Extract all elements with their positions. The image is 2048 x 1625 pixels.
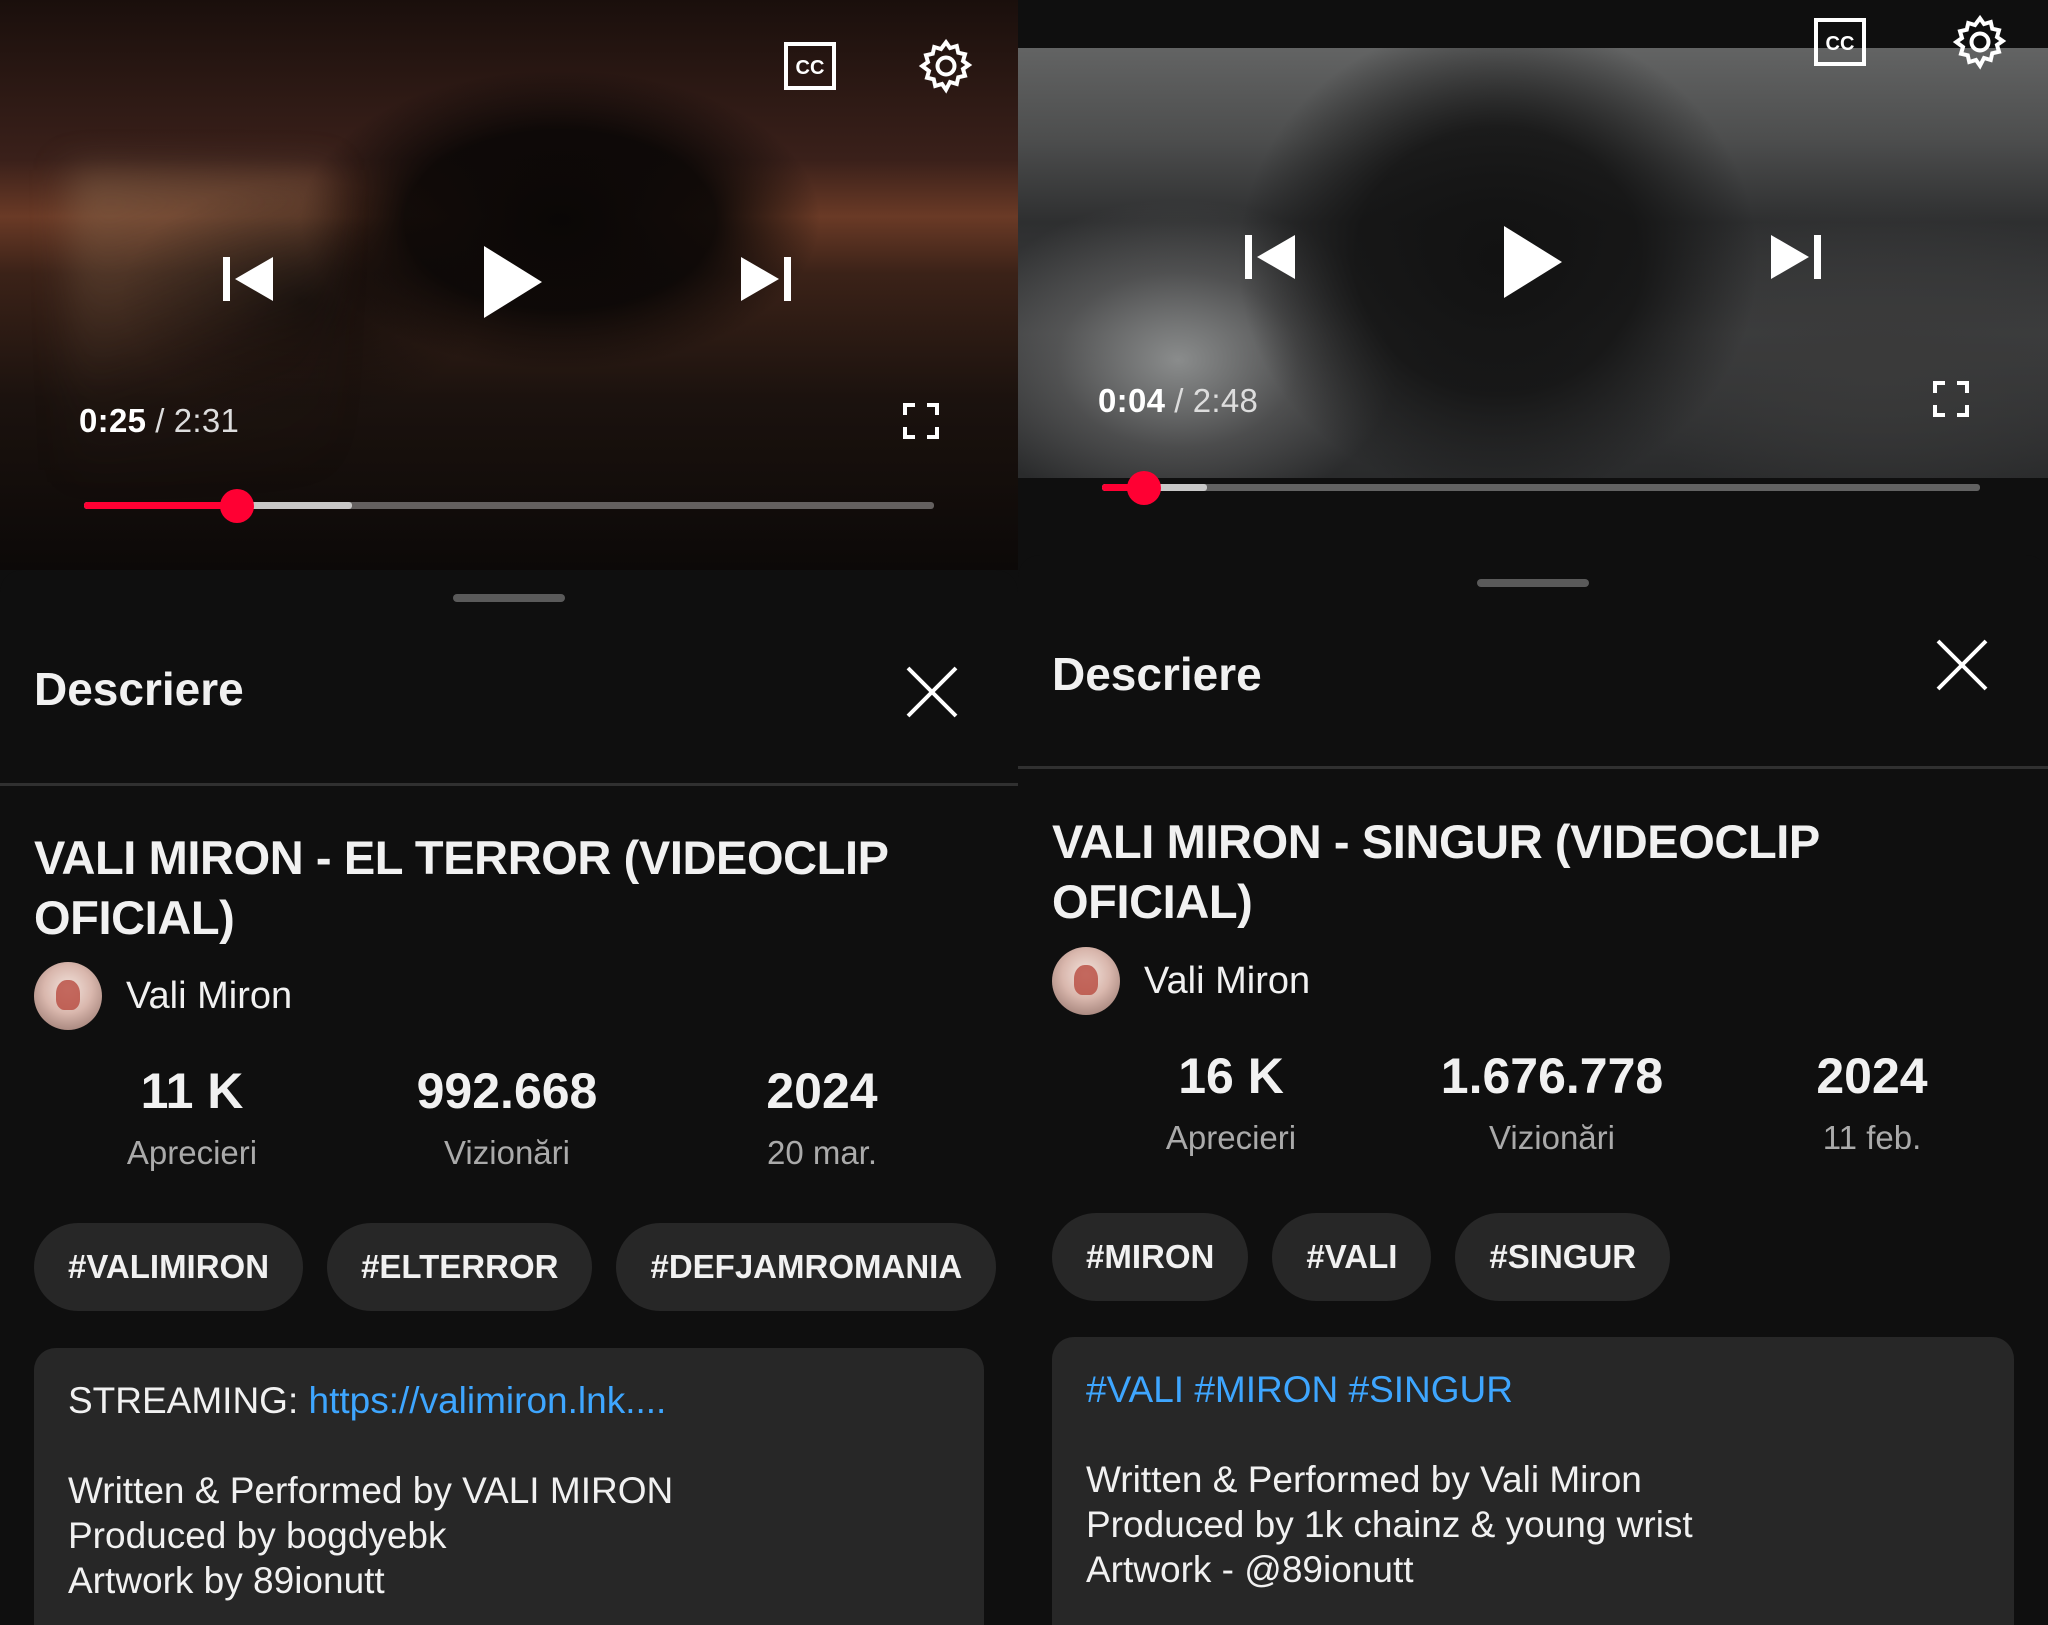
sheet-title: Descriere xyxy=(1052,648,1262,700)
views-stat: 992.668 Vizionări xyxy=(347,1060,667,1172)
svg-text:CC: CC xyxy=(796,57,825,79)
stat-value: 992.668 xyxy=(416,1063,598,1119)
credits-line: Produced by 1k chainz & young wrist xyxy=(1086,1504,1693,1545)
hashtag-chip[interactable]: #MIRON xyxy=(1052,1213,1249,1301)
fullscreen-icon[interactable] xyxy=(1926,374,1976,424)
closed-captions-icon[interactable]: CC xyxy=(780,36,840,96)
channel-avatar[interactable] xyxy=(1052,947,1120,1015)
channel-name[interactable]: Vali Miron xyxy=(1144,960,1310,1003)
video-pane-left: CC 0:25/2:31 Descriere VALI MIRON - EL T… xyxy=(0,0,1018,1625)
stat-value: 1.676.778 xyxy=(1440,1048,1664,1104)
play-icon[interactable] xyxy=(1488,212,1578,312)
next-icon[interactable] xyxy=(1762,222,1832,292)
video-player[interactable]: CC 0:25/2:31 xyxy=(0,0,1018,570)
current-time: 0:04 xyxy=(1098,382,1166,419)
hashtag-chip[interactable]: #DEFJAMROMANIA xyxy=(616,1223,997,1311)
time-display: 0:25/2:31 xyxy=(79,402,239,440)
stat-label: Vizionări xyxy=(444,1134,570,1171)
credits-line: Artwork by 89ionutt xyxy=(68,1560,385,1601)
divider xyxy=(1018,766,2048,769)
stat-label: Aprecieri xyxy=(1165,1119,1297,1156)
scrubber-handle[interactable] xyxy=(220,488,254,523)
fullscreen-icon[interactable] xyxy=(896,396,946,446)
stat-value: 2024 xyxy=(766,1063,878,1119)
stat-label: Vizionări xyxy=(1489,1119,1615,1156)
stat-label: 11 feb. xyxy=(1822,1119,1922,1156)
video-player[interactable]: CC 0:04/2:48 xyxy=(1018,0,2048,555)
current-time: 0:25 xyxy=(79,402,147,439)
play-icon[interactable] xyxy=(468,232,558,332)
settings-gear-icon[interactable] xyxy=(1948,10,2012,74)
channel-avatar[interactable] xyxy=(34,962,102,1030)
likes-stat: 11 K Aprecieri xyxy=(32,1060,352,1172)
hashtags-link[interactable]: #VALI #MIRON #SINGUR xyxy=(1086,1367,1980,1412)
previous-icon[interactable] xyxy=(1234,222,1304,292)
duration: 2:48 xyxy=(1192,382,1259,419)
views-stat: 1.676.778 Vizionări xyxy=(1392,1045,1712,1157)
stat-value: 11 K xyxy=(140,1063,244,1119)
stat-value: 16 K xyxy=(1178,1048,1284,1104)
hashtag-chips: #VALIMIRON #ELTERROR #DEFJAMROMANIA xyxy=(34,1223,997,1311)
video-pane-right: CC 0:04/2:48 Descriere VALI MIRON - SING… xyxy=(1018,0,2048,1625)
progress-played xyxy=(84,502,237,509)
hashtag-chip[interactable]: #VALIMIRON xyxy=(34,1223,304,1311)
svg-text:CC: CC xyxy=(1826,33,1855,55)
streaming-label: STREAMING: xyxy=(68,1380,309,1421)
stat-label: 20 mar. xyxy=(766,1134,878,1171)
divider xyxy=(0,783,1018,786)
credits-line: Written & Performed by Vali Miron xyxy=(1086,1459,1642,1500)
drag-handle[interactable] xyxy=(453,594,565,602)
channel-name[interactable]: Vali Miron xyxy=(126,975,292,1018)
video-title: VALI MIRON - EL TERROR (VIDEOCLIP OFICIA… xyxy=(34,831,888,944)
credits-line: Written & Performed by VALI MIRON xyxy=(68,1470,674,1511)
settings-gear-icon[interactable] xyxy=(914,34,978,98)
hashtag-chip[interactable]: #VALI xyxy=(1272,1213,1432,1301)
credits-line: Artwork - @89ionutt xyxy=(1086,1549,1414,1590)
hashtag-chip[interactable]: #ELTERROR xyxy=(327,1223,593,1311)
streaming-line: STREAMING: https://valimiron.lnk.... xyxy=(68,1378,950,1423)
date-stat: 2024 11 feb. xyxy=(1712,1045,2032,1157)
channel-row[interactable]: Vali Miron xyxy=(1052,947,1310,1015)
previous-icon[interactable] xyxy=(212,244,282,314)
drag-handle[interactable] xyxy=(1477,579,1589,587)
closed-captions-icon[interactable]: CC xyxy=(1810,12,1870,72)
description-box: #VALI #MIRON #SINGUR Written & Performed… xyxy=(1052,1337,2014,1625)
hashtag-chip[interactable]: #SINGUR xyxy=(1455,1213,1671,1301)
description-box: STREAMING: https://valimiron.lnk.... Wri… xyxy=(34,1348,984,1625)
channel-row[interactable]: Vali Miron xyxy=(34,962,292,1030)
progress-bar[interactable] xyxy=(84,488,934,523)
close-icon[interactable] xyxy=(1932,635,1992,695)
progress-bar[interactable] xyxy=(1102,470,1980,505)
streaming-link[interactable]: https://valimiron.lnk.... xyxy=(309,1380,667,1421)
date-stat: 2024 20 mar. xyxy=(662,1060,982,1172)
duration: 2:31 xyxy=(173,402,240,439)
video-title: VALI MIRON - SINGUR (VIDEOCLIP OFICIAL) xyxy=(1052,815,1820,928)
next-icon[interactable] xyxy=(732,244,802,314)
credits-line: Produced by bogdyebk xyxy=(68,1515,447,1556)
sheet-title: Descriere xyxy=(34,663,244,715)
description-sheet: Descriere VALI MIRON - EL TERROR (VIDEOC… xyxy=(0,570,1018,1625)
hashtag-chips: #MIRON #VALI #SINGUR xyxy=(1052,1213,1671,1301)
time-display: 0:04/2:48 xyxy=(1098,382,1258,420)
time-separator: / xyxy=(1174,382,1184,419)
stat-value: 2024 xyxy=(1816,1048,1928,1104)
close-icon[interactable] xyxy=(902,662,962,722)
time-separator: / xyxy=(155,402,165,439)
description-sheet: Descriere VALI MIRON - SINGUR (VIDEOCLIP… xyxy=(1018,555,2048,1625)
scrubber-handle[interactable] xyxy=(1127,470,1162,505)
stat-label: Aprecieri xyxy=(126,1134,258,1171)
likes-stat: 16 K Aprecieri xyxy=(1071,1045,1391,1157)
